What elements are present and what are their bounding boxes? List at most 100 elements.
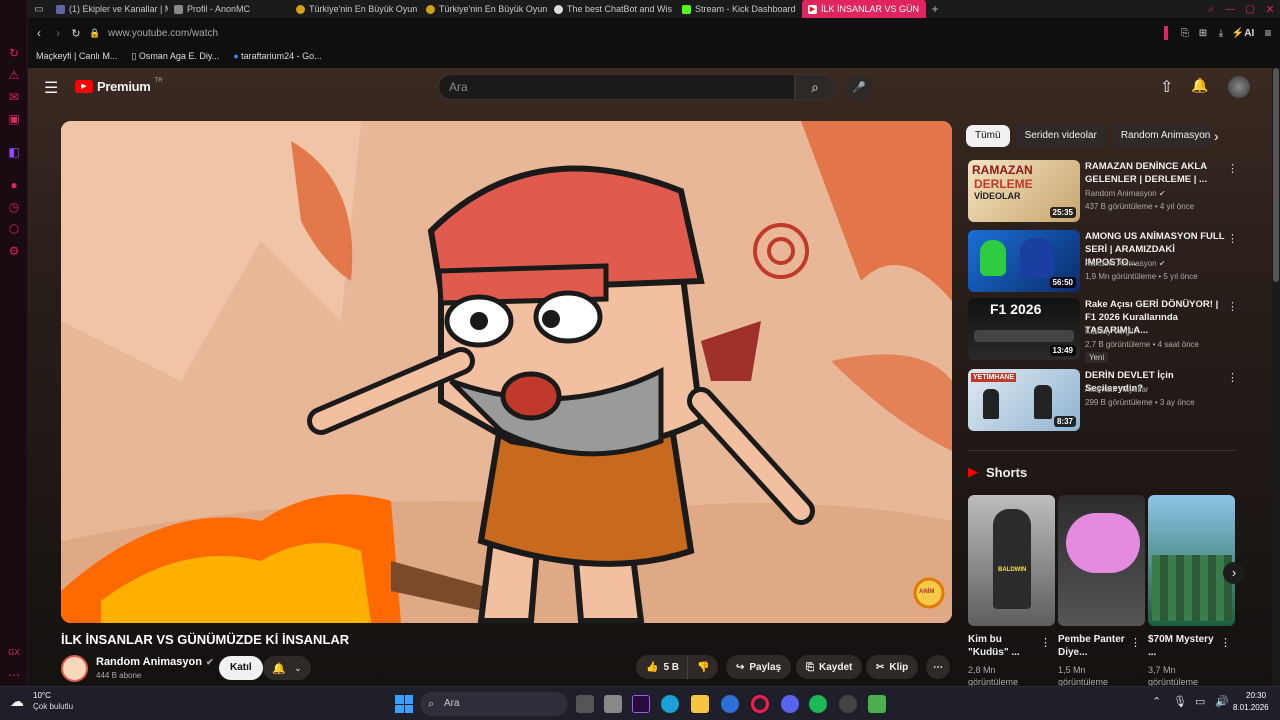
- list-item[interactable]: RAMAZAN DERLEME VİDEOLAR 25:35 RAMAZAN D…: [968, 160, 1248, 222]
- chip-all[interactable]: Tümü: [966, 125, 1010, 147]
- duration-badge: 8:37: [1053, 416, 1076, 427]
- extension-puzzle-icon[interactable]: ⊞: [1194, 28, 1212, 39]
- extensions-icon[interactable]: ⬡: [7, 222, 21, 236]
- display-icon[interactable]: ▭: [1195, 695, 1205, 708]
- share-button[interactable]: ↪ Paylaş: [726, 655, 792, 679]
- volume-icon[interactable]: 🔊: [1215, 695, 1229, 708]
- new-tab-icon[interactable]: +: [926, 2, 944, 16]
- more-icon[interactable]: ⋮: [1227, 162, 1238, 175]
- gx-icon[interactable]: GX: [7, 646, 21, 660]
- more-icon[interactable]: ⋮: [1130, 636, 1141, 649]
- workspaces-icon[interactable]: ▭: [28, 4, 50, 15]
- chevron-up-icon[interactable]: ⌃: [1152, 695, 1161, 708]
- chip-series[interactable]: Seriden videolar: [1015, 125, 1106, 147]
- short-thumbnail[interactable]: [1148, 495, 1235, 626]
- search-button[interactable]: ⌕: [795, 74, 835, 100]
- twitch-icon[interactable]: ◧: [7, 145, 21, 159]
- settings-app-icon[interactable]: [721, 695, 739, 713]
- store-icon[interactable]: [604, 695, 622, 713]
- clock-time[interactable]: 20:30: [1246, 691, 1266, 700]
- more-icon[interactable]: ⋮: [1040, 636, 1051, 649]
- taskbar-search[interactable]: ⌕ Ara: [420, 692, 568, 716]
- more-icon[interactable]: ⋮: [1220, 636, 1231, 649]
- list-item[interactable]: YETİMHANE 8:37 DERİN DEVLET İçin Seçilse…: [968, 369, 1248, 431]
- tab-anonmc[interactable]: Profil - AnonMC: [168, 0, 290, 18]
- tab-teams[interactable]: (1) Ekipler ve Kanallar | Mic: [50, 0, 168, 18]
- scrollbar-thumb[interactable]: [1273, 68, 1279, 282]
- spotify-icon[interactable]: [809, 695, 827, 713]
- shorts-next-icon[interactable]: ›: [1223, 562, 1245, 584]
- youtube-logo[interactable]: ▶ Premium TR: [75, 77, 163, 94]
- url-text[interactable]: www.youtube.com/watch: [108, 28, 1164, 39]
- clip-button[interactable]: ✂ Klip: [866, 655, 919, 679]
- voice-search-button[interactable]: 🎤: [846, 75, 872, 101]
- more-icon[interactable]: ⋮: [1227, 232, 1238, 245]
- premiere-icon[interactable]: [632, 695, 650, 713]
- more-actions-button[interactable]: ⋯: [926, 655, 950, 679]
- task-view-icon[interactable]: [576, 695, 594, 713]
- weather-icon[interactable]: ☁: [10, 693, 24, 710]
- opera-gx-icon[interactable]: [751, 695, 769, 713]
- ai-button[interactable]: ⚡AI: [1230, 28, 1256, 39]
- channel-name-row[interactable]: Random Animasyon ✔: [96, 656, 214, 668]
- search-icon: ⌕: [811, 79, 819, 95]
- maximize-icon[interactable]: ▢: [1240, 4, 1260, 15]
- messenger-icon[interactable]: ✉: [7, 90, 21, 104]
- windows-start-icon[interactable]: [395, 695, 413, 713]
- music-icon[interactable]: ●: [7, 178, 21, 192]
- reload-icon[interactable]: ↻: [66, 27, 86, 40]
- more-sidebar-icon[interactable]: ⋯: [7, 668, 21, 682]
- more-icon[interactable]: ⋮: [1227, 300, 1238, 313]
- chevron-down-icon: ⌄: [294, 662, 302, 673]
- minimize-icon[interactable]: —: [1220, 4, 1240, 15]
- list-item[interactable]: 56:50 AMONG US ANİMASYON FULL SERİ | ARA…: [968, 230, 1248, 292]
- history-icon[interactable]: ◷: [7, 200, 21, 214]
- discord-icon[interactable]: [781, 695, 799, 713]
- edge-icon[interactable]: [661, 695, 679, 713]
- search-input[interactable]: Ara: [438, 74, 795, 100]
- video-player[interactable]: ANİM: [61, 121, 952, 623]
- aria-icon[interactable]: ⚠: [7, 68, 21, 82]
- microphone-icon[interactable]: 🎙: [1173, 695, 1187, 708]
- short-thumbnail[interactable]: BALDWIN: [968, 495, 1055, 626]
- more-icon[interactable]: ⋮: [1227, 371, 1238, 384]
- back-icon[interactable]: ‹: [28, 26, 50, 40]
- bookmark-osman-aga[interactable]: ▯ Osman Aga E. Diy...: [131, 51, 219, 62]
- short-thumbnail[interactable]: [1058, 495, 1145, 626]
- hamburger-menu-icon[interactable]: ☰: [44, 78, 58, 98]
- clock-date[interactable]: 8.01.2026: [1233, 703, 1269, 712]
- tab-game-1[interactable]: Türkiye'nin En Büyük Oyun: [290, 0, 420, 18]
- channel-avatar[interactable]: [61, 655, 88, 682]
- settings-icon[interactable]: ⚙: [7, 244, 21, 258]
- join-button[interactable]: Katıl: [219, 656, 263, 680]
- avatar[interactable]: [1228, 76, 1250, 98]
- tab-chatbot[interactable]: The best ChatBot and Wis: [548, 0, 676, 18]
- logo-region: TR: [154, 77, 163, 84]
- close-icon[interactable]: ✕: [1260, 3, 1280, 16]
- search-tabs-icon[interactable]: ⌕: [1202, 4, 1220, 15]
- forward-icon[interactable]: ›: [50, 26, 66, 40]
- save-button[interactable]: ⎘ Kaydet: [796, 655, 863, 679]
- upload-icon[interactable]: ⇧: [1160, 77, 1173, 97]
- subscribed-bell-button[interactable]: 🔔 ⌄: [263, 656, 311, 680]
- notifications-bell-icon[interactable]: 🔔: [1191, 77, 1208, 94]
- snapshot-icon[interactable]: ⎘: [1176, 28, 1194, 39]
- list-item[interactable]: F1 2026 13:49 Rake Açısı GERİ DÖNÜYOR! |…: [968, 298, 1248, 363]
- chip-channel[interactable]: Random Animasyon: [1111, 125, 1212, 147]
- menu-icon[interactable]: ≡: [1256, 26, 1280, 40]
- refresh-sidebar-icon[interactable]: ↻: [7, 46, 21, 60]
- bookmark-taraftarium[interactable]: ● taraftarium24 - Go...: [233, 51, 321, 61]
- dislike-button[interactable]: 👎: [687, 655, 719, 679]
- bookmark-mackeyfi[interactable]: Maçkeyfi | Canlı M...: [36, 51, 117, 61]
- page-scrollbar[interactable]: [1272, 68, 1280, 686]
- download-icon[interactable]: ⤓: [1212, 28, 1230, 39]
- minecraft-icon[interactable]: [868, 695, 886, 713]
- like-button[interactable]: 👍 5 B: [636, 655, 688, 679]
- chips-next-icon[interactable]: ›: [1214, 128, 1219, 144]
- file-explorer-icon[interactable]: [691, 695, 709, 713]
- tab-youtube-active[interactable]: ▶ İLK İNSANLAR VS GÜN: [802, 0, 926, 18]
- tab-game-2[interactable]: Türkiye'nin En Büyük Oyun: [420, 0, 548, 18]
- steam-icon[interactable]: [839, 695, 857, 713]
- tab-kick[interactable]: Stream - Kick Dashboard: [676, 0, 802, 18]
- chat-icon[interactable]: ▣: [7, 112, 21, 126]
